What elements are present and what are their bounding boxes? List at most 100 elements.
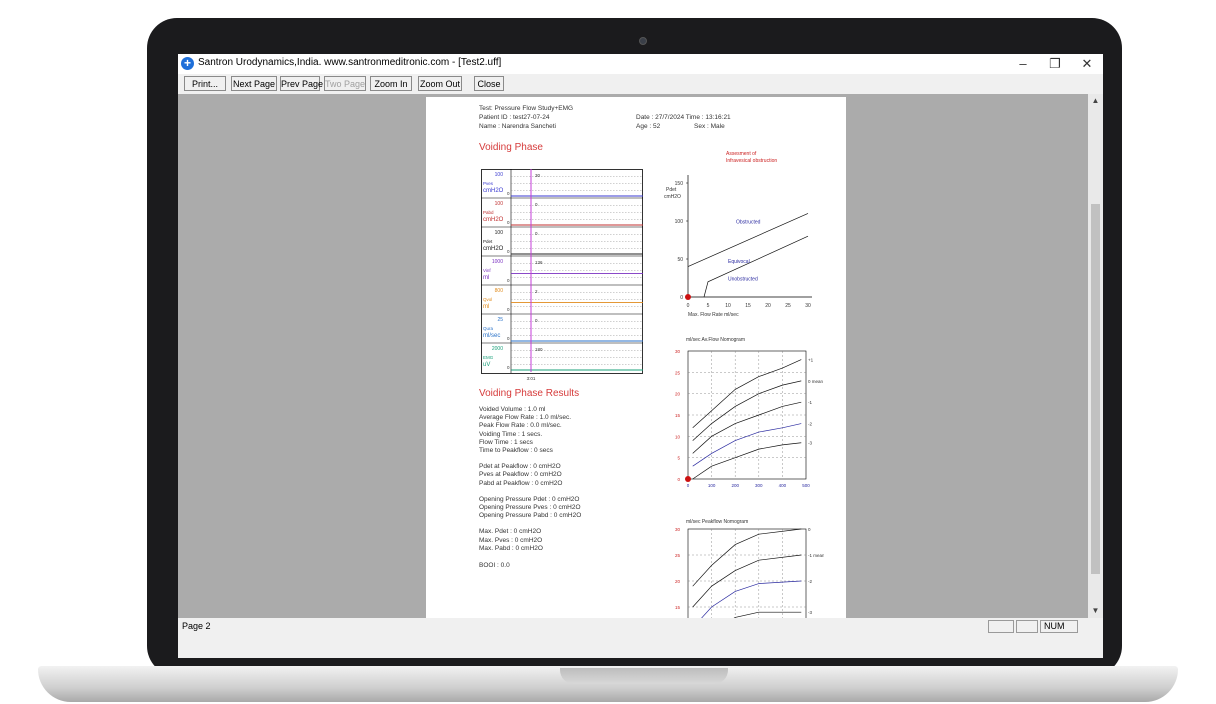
next-page-button[interactable]: Next Page bbox=[231, 76, 277, 91]
two-page-button[interactable]: Two Page bbox=[324, 76, 366, 91]
chart-title: Assesment of bbox=[726, 151, 757, 157]
close-preview-button[interactable]: Close bbox=[474, 76, 504, 91]
channel-unit: cmH2O bbox=[483, 217, 504, 223]
result-line: Max. Pves : 0 cmH2O bbox=[479, 536, 543, 544]
channel-zero: 0 bbox=[507, 365, 510, 370]
minimize-button[interactable]: – bbox=[1008, 55, 1038, 73]
scroll-up-icon[interactable]: ▲ bbox=[1088, 94, 1103, 108]
channel-traces-chart: 100PvescmH2O 030100PabdcmH2O 00100PdetcmH2… bbox=[481, 169, 643, 381]
toolbar: Print... Next Page Prev Page Two Page Zo… bbox=[178, 74, 1103, 94]
x-axis-label: Max. Flow Rate ml/sec bbox=[688, 312, 739, 318]
result-line: Opening Pressure Pdet : 0 cmH2O bbox=[479, 495, 580, 503]
sex: Sex : Male bbox=[694, 123, 725, 130]
date-time: Date : 27/7/2024 Time : 13:16:21 bbox=[636, 114, 731, 121]
time-label: 3:01 bbox=[527, 376, 536, 381]
result-line: Time to Peakflow : 0 secs bbox=[479, 447, 553, 454]
chart-title: Infravesical obstruction bbox=[726, 158, 777, 164]
channel-marker-value: 180 bbox=[535, 347, 543, 352]
scroll-thumb[interactable] bbox=[1091, 204, 1100, 574]
result-line: Pabd at Peakflow : 0 cmH2O bbox=[479, 479, 563, 487]
nomogram-curve bbox=[692, 380, 802, 441]
y-axis-label: cmH2O bbox=[664, 194, 681, 200]
voiding-phase-title: Voiding Phase bbox=[479, 142, 543, 153]
channel-zero: 0 bbox=[507, 278, 510, 283]
status-panel bbox=[1016, 620, 1038, 633]
x-tick-label: 0 bbox=[687, 483, 690, 488]
channel-unit: cmH2O bbox=[483, 246, 504, 252]
status-panel bbox=[988, 620, 1014, 633]
prev-page-button[interactable]: Prev Page bbox=[280, 76, 323, 91]
channel-zero: 0 bbox=[507, 191, 510, 196]
x-tick-label: 400 bbox=[779, 483, 787, 488]
channel-name: Qura bbox=[483, 326, 494, 331]
curve-label: -3 bbox=[808, 441, 812, 446]
result-line: Opening Pressure Pabd : 0 cmH2O bbox=[479, 512, 582, 520]
y-tick-label: 30 bbox=[675, 349, 681, 354]
title-bar: + Santron Urodynamics,India. www.santron… bbox=[178, 54, 1103, 74]
result-line: Voiding Time : 1 secs. bbox=[479, 430, 543, 438]
y-tick-label: 30 bbox=[675, 527, 681, 532]
y-tick-label: 0 bbox=[680, 295, 683, 301]
channel-unit: ml/sec bbox=[483, 333, 500, 339]
x-tick-label: 500 bbox=[802, 483, 810, 488]
plot-border bbox=[687, 528, 807, 618]
restore-button[interactable]: ❐ bbox=[1040, 55, 1070, 73]
channel-scale: 1000 bbox=[492, 259, 503, 265]
close-window-button[interactable]: ✕ bbox=[1072, 55, 1102, 73]
print-preview-area[interactable]: Test: Pressure Flow Study+EMG Patient ID… bbox=[178, 94, 1088, 618]
curve-label: -2 bbox=[808, 579, 812, 584]
chart-title: ml/sec Av.Flow Nomogram bbox=[686, 337, 745, 343]
region-label: Obstructed bbox=[736, 219, 761, 225]
channel-zero: 0 bbox=[507, 220, 510, 225]
scroll-down-icon[interactable]: ▼ bbox=[1088, 604, 1103, 618]
channel-zero: 0 bbox=[507, 249, 510, 254]
print-button[interactable]: Print... bbox=[184, 76, 226, 91]
app-plus-icon: + bbox=[181, 57, 194, 70]
nomogram-curve bbox=[692, 528, 802, 587]
test-label: Test: Pressure Flow Study+EMG bbox=[479, 105, 574, 112]
curve-label: -1 mean bbox=[808, 553, 824, 558]
result-line: Average Flow Rate : 1.0 ml/sec. bbox=[479, 414, 572, 422]
age: Age : 52 bbox=[636, 123, 661, 130]
vertical-scrollbar[interactable]: ▲ ▼ bbox=[1088, 94, 1103, 618]
webcam bbox=[639, 37, 647, 45]
results-title: Voiding Phase Results bbox=[479, 388, 580, 399]
report-page: Test: Pressure Flow Study+EMG Patient ID… bbox=[426, 97, 846, 618]
x-tick-label: 15 bbox=[745, 303, 751, 309]
y-tick-label: 0 bbox=[677, 477, 680, 482]
patient-point bbox=[685, 294, 691, 300]
result-line: Pdet at Peakflow : 0 cmH2O bbox=[479, 463, 561, 471]
y-tick-label: 50 bbox=[677, 257, 683, 263]
result-line: Flow Time : 1 secs bbox=[479, 438, 533, 446]
patient-point bbox=[685, 476, 691, 482]
result-line: Max. Pdet : 0 cmH2O bbox=[479, 528, 542, 536]
curve-label: -1 bbox=[808, 400, 812, 405]
y-tick-label: 15 bbox=[675, 605, 681, 610]
y-tick-label: 25 bbox=[675, 553, 681, 558]
zoom-in-button[interactable]: Zoom In bbox=[370, 76, 412, 91]
curve-label: 0 mean bbox=[808, 379, 824, 384]
status-bar: Page 2 NUM bbox=[178, 618, 1103, 658]
x-tick-label: 30 bbox=[805, 303, 811, 309]
channel-name: Vinf bbox=[483, 268, 491, 273]
num-lock-indicator: NUM bbox=[1040, 620, 1078, 633]
booi-value: BOOI : 0.0 bbox=[479, 562, 510, 569]
curve-label: 0 bbox=[808, 527, 811, 532]
y-tick-label: 15 bbox=[675, 413, 681, 418]
channel-unit: cmH2O bbox=[483, 188, 504, 194]
channel-scale: 2000 bbox=[492, 346, 503, 352]
channel-name: Qvol bbox=[483, 297, 492, 302]
region-label: Equivocal bbox=[728, 259, 750, 265]
channel-scale: 25 bbox=[497, 317, 503, 323]
channel-name: Pdet bbox=[483, 239, 493, 244]
y-tick-label: 5 bbox=[677, 456, 680, 461]
zoom-out-button[interactable]: Zoom Out bbox=[418, 76, 462, 91]
y-tick-label: 20 bbox=[675, 579, 681, 584]
window-title: Santron Urodynamics,India. www.santronme… bbox=[198, 57, 502, 68]
x-tick-label: 200 bbox=[731, 483, 739, 488]
channel-name: Pves bbox=[483, 181, 494, 186]
result-line: Peak Flow Rate : 0.0 ml/sec. bbox=[479, 422, 562, 430]
y-tick-label: 100 bbox=[675, 219, 684, 225]
app-window: + Santron Urodynamics,India. www.santron… bbox=[178, 54, 1103, 658]
result-line: Voided Volume : 1.0 ml bbox=[479, 406, 546, 413]
